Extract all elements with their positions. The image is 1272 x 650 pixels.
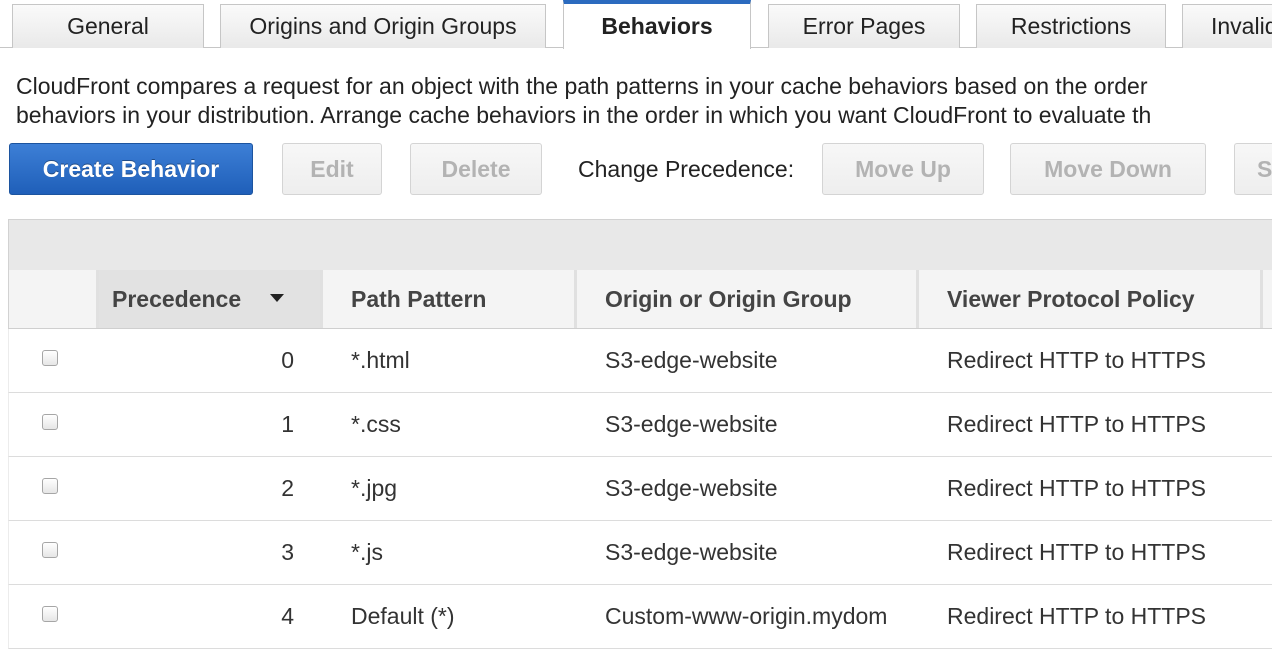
path-pattern-cell: *.html xyxy=(351,347,410,373)
save-button[interactable]: S xyxy=(1234,143,1272,195)
delete-button[interactable]: Delete xyxy=(410,143,542,195)
column-header-origin[interactable]: Origin or Origin Group xyxy=(577,270,919,328)
sort-descending-icon[interactable] xyxy=(270,294,284,302)
table-row[interactable]: 2 *.jpg S3-edge-website Redirect HTTP to… xyxy=(8,457,1272,521)
row-checkbox[interactable] xyxy=(42,606,58,622)
table-row[interactable]: 1 *.css S3-edge-website Redirect HTTP to… xyxy=(8,393,1272,457)
description-line-1: CloudFront compares a request for an obj… xyxy=(16,73,1148,99)
column-header-precedence[interactable]: Precedence xyxy=(99,270,323,328)
viewer-protocol-policy-cell: Redirect HTTP to HTTPS xyxy=(947,411,1207,437)
tab-restrictions[interactable]: Restrictions xyxy=(976,4,1166,48)
viewer-protocol-policy-cell: Redirect HTTP to HTTPS xyxy=(947,347,1207,373)
origin-cell: S3-edge-website xyxy=(605,411,778,437)
row-checkbox[interactable] xyxy=(42,414,58,430)
row-checkbox[interactable] xyxy=(42,350,58,366)
select-column-header xyxy=(9,270,99,328)
description-line-2: behaviors in your distribution. Arrange … xyxy=(16,102,1152,128)
behaviors-description: CloudFront compares a request for an obj… xyxy=(16,72,1272,130)
tab-general[interactable]: General xyxy=(12,4,204,48)
table-row[interactable]: 3 *.js S3-edge-website Redirect HTTP to … xyxy=(8,521,1272,585)
path-pattern-cell: *.jpg xyxy=(351,475,398,501)
table-row[interactable]: 4 Default (*) Custom-www-origin.mydom Re… xyxy=(8,585,1272,649)
origin-cell: S3-edge-website xyxy=(605,539,778,565)
edit-button[interactable]: Edit xyxy=(282,143,382,195)
tab-origins-and-origin-groups[interactable]: Origins and Origin Groups xyxy=(220,4,546,48)
column-header-path-pattern[interactable]: Path Pattern xyxy=(323,270,577,328)
change-precedence-label: Change Precedence: xyxy=(578,156,795,182)
move-down-button[interactable]: Move Down xyxy=(1010,143,1206,195)
precedence-header-label: Precedence xyxy=(112,286,242,312)
table-header: Precedence Path Pattern Origin or Origin… xyxy=(8,270,1272,329)
precedence-cell: 3 xyxy=(281,539,294,565)
precedence-cell: 1 xyxy=(281,411,294,437)
precedence-cell: 4 xyxy=(281,603,294,629)
viewer-protocol-policy-cell: Redirect HTTP to HTTPS xyxy=(947,603,1207,629)
tab-behaviors[interactable]: Behaviors xyxy=(563,0,751,49)
row-checkbox[interactable] xyxy=(42,478,58,494)
tab-bar: General Origins and Origin Groups Behavi… xyxy=(0,0,1272,49)
row-checkbox[interactable] xyxy=(42,542,58,558)
path-pattern-cell: *.js xyxy=(351,539,383,565)
path-pattern-cell: *.css xyxy=(351,411,401,437)
tab-error-pages[interactable]: Error Pages xyxy=(768,4,960,48)
origin-cell: Custom-www-origin.mydom xyxy=(605,603,888,629)
move-up-button[interactable]: Move Up xyxy=(822,143,984,195)
origin-cell: S3-edge-website xyxy=(605,347,778,373)
table-row[interactable]: 0 *.html S3-edge-website Redirect HTTP t… xyxy=(8,329,1272,393)
viewer-protocol-policy-cell: Redirect HTTP to HTTPS xyxy=(947,475,1207,501)
table-toolbar-strip xyxy=(8,219,1272,271)
origin-cell: S3-edge-website xyxy=(605,475,778,501)
tab-invalidations[interactable]: Invalid xyxy=(1182,4,1272,48)
precedence-cell: 0 xyxy=(281,347,294,373)
column-header-viewer-protocol-policy[interactable]: Viewer Protocol Policy xyxy=(919,270,1263,328)
path-pattern-cell: Default (*) xyxy=(351,603,455,629)
precedence-cell: 2 xyxy=(281,475,294,501)
create-behavior-button[interactable]: Create Behavior xyxy=(9,143,253,195)
viewer-protocol-policy-cell: Redirect HTTP to HTTPS xyxy=(947,539,1207,565)
